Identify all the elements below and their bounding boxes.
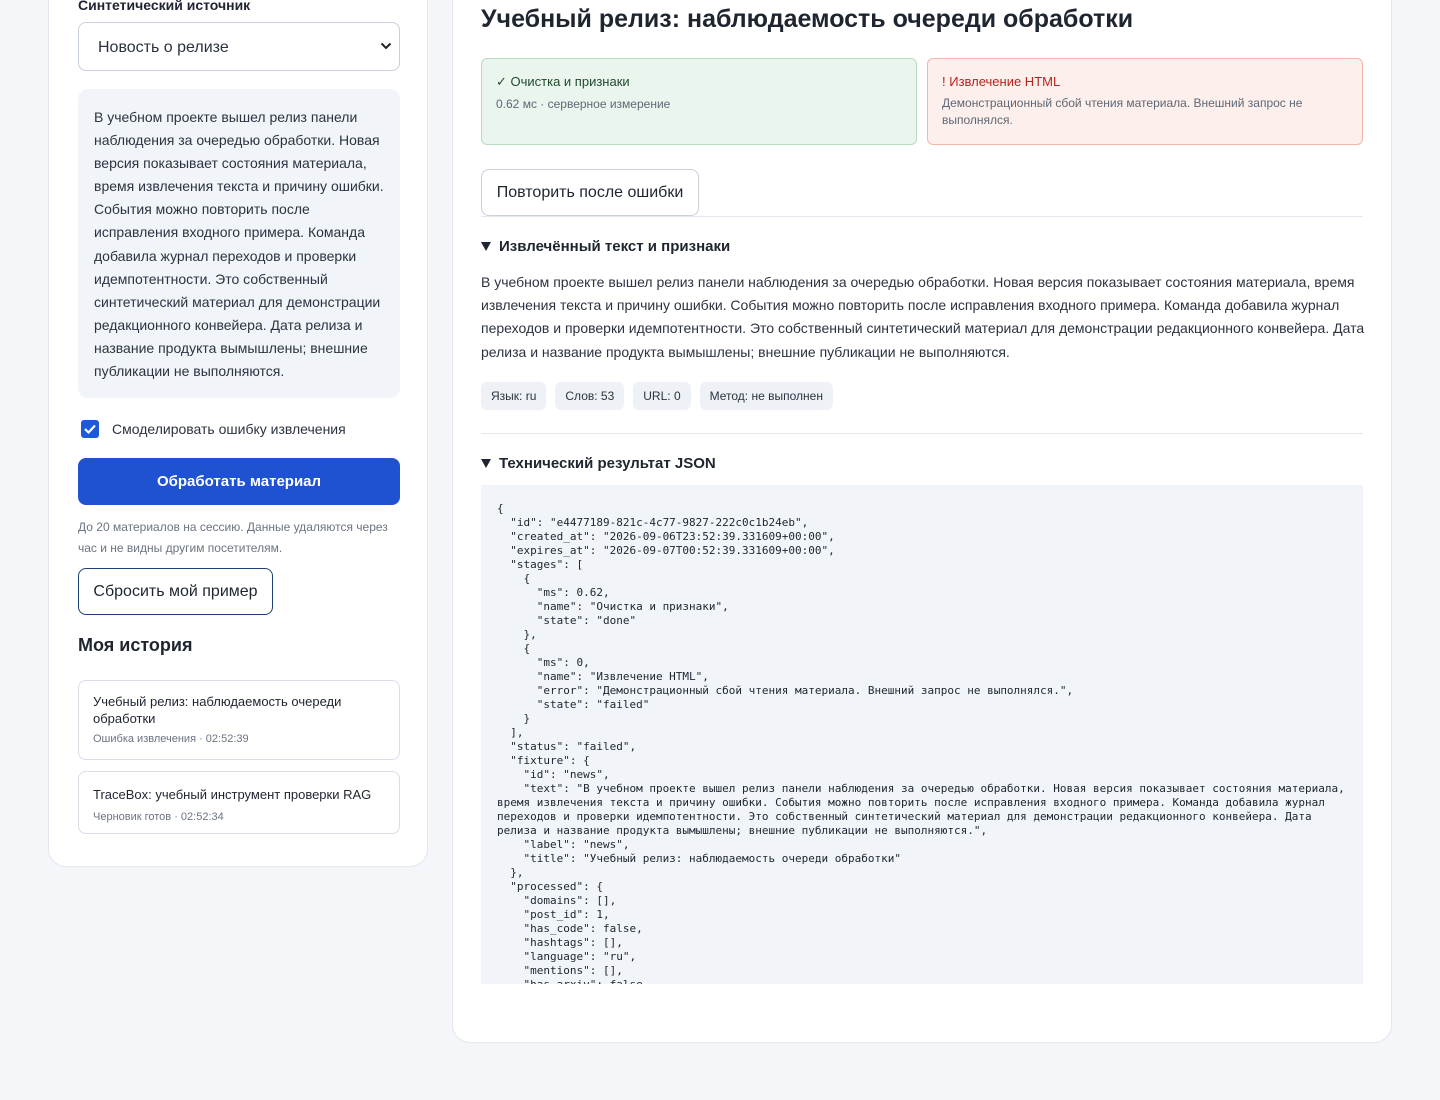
simulate-error-toggle[interactable]: Смоделировать ошибку извлечения bbox=[81, 419, 346, 439]
stage-detail: 0.62 мс · серверное измерение bbox=[496, 97, 671, 111]
json-section-heading: Технический результат JSON bbox=[499, 455, 716, 472]
page-title: Учебный релиз: наблюдаемость очереди обр… bbox=[481, 5, 1134, 33]
extracted-section-toggle[interactable]: Извлечённый текст и признаки bbox=[481, 238, 730, 255]
divider bbox=[481, 433, 1363, 434]
source-select-value: Новость о релизе bbox=[98, 39, 229, 56]
stage-card-done: ✓ Очистка и признаки 0.62 мс · серверное… bbox=[481, 58, 917, 145]
divider bbox=[481, 216, 1363, 217]
history-item-title: Учебный релиз: наблюдаемость очереди обр… bbox=[93, 694, 342, 726]
feature-chip: Метод: не выполнен bbox=[699, 382, 833, 410]
sidebar-panel: Синтетический источник Новость о релизе … bbox=[48, 0, 428, 867]
session-note: До 20 материалов на сессию. Данные удаля… bbox=[78, 520, 388, 555]
extracted-text: В учебном проекте вышел релиз панели наб… bbox=[481, 274, 1365, 360]
json-section-toggle[interactable]: Технический результат JSON bbox=[481, 455, 716, 472]
stage-name: ✓ Очистка и признаки bbox=[496, 74, 630, 89]
reset-example-button[interactable]: Сбросить мой пример bbox=[78, 568, 273, 615]
history-item-meta: Ошибка извлечения · 02:52:39 bbox=[93, 733, 249, 745]
history-item[interactable]: TraceBox: учебный инструмент проверки RA… bbox=[78, 771, 400, 834]
json-text: { "id": "e4477189-821c-4c77-9827-222c0c1… bbox=[497, 502, 1345, 984]
triangle-down-icon bbox=[481, 459, 491, 468]
feature-chip: Язык: ru bbox=[481, 382, 547, 410]
source-select[interactable]: Новость о релизе bbox=[78, 22, 400, 71]
source-preview-text: В учебном проекте вышел релиз панели наб… bbox=[78, 89, 400, 398]
process-button[interactable]: Обработать материал bbox=[78, 458, 400, 505]
simulate-error-label[interactable]: Смоделировать ошибку извлечения bbox=[112, 421, 346, 437]
source-label: Синтетический источник bbox=[78, 0, 251, 13]
result-panel: Учебный релиз: наблюдаемость очереди обр… bbox=[452, 0, 1392, 1043]
feature-chips: Язык: ru Слов: 53 URL: 0 Метод: не выпол… bbox=[481, 382, 833, 410]
extracted-section-heading: Извлечённый текст и признаки bbox=[499, 238, 731, 255]
stage-name: ! Извлечение HTML bbox=[942, 74, 1061, 89]
feature-chip: Слов: 53 bbox=[555, 382, 625, 410]
history-item-title: TraceBox: учебный инструмент проверки RA… bbox=[93, 787, 372, 802]
history-title: Моя история bbox=[78, 635, 193, 655]
feature-chip: URL: 0 bbox=[633, 382, 691, 410]
triangle-down-icon bbox=[481, 242, 491, 251]
stage-card-failed: ! Извлечение HTML Демонстрационный сбой … bbox=[927, 58, 1363, 145]
history-item[interactable]: Учебный релиз: наблюдаемость очереди обр… bbox=[78, 680, 400, 760]
stage-detail: Демонстрационный сбой чтения материала. … bbox=[942, 96, 1303, 127]
json-output[interactable]: { "id": "e4477189-821c-4c77-9827-222c0c1… bbox=[481, 485, 1363, 984]
checkmark-icon bbox=[84, 424, 96, 434]
history-item-meta: Черновик готов · 02:52:34 bbox=[93, 811, 224, 823]
chevron-down-icon bbox=[380, 42, 392, 50]
retry-button[interactable]: Повторить после ошибки bbox=[481, 169, 699, 216]
simulate-error-checkbox[interactable] bbox=[81, 420, 99, 438]
